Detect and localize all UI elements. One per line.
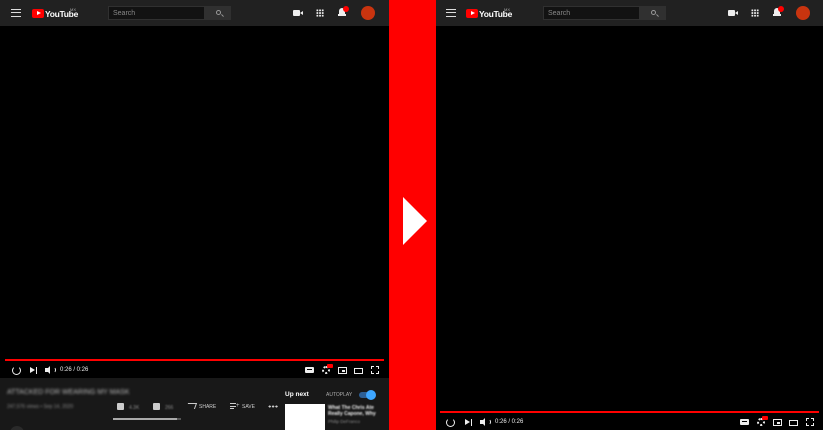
- replay-icon[interactable]: [12, 366, 21, 375]
- subtitles-icon[interactable]: [305, 367, 314, 373]
- menu-icon[interactable]: [446, 9, 456, 17]
- search-input[interactable]: Search: [543, 6, 640, 20]
- avatar[interactable]: [796, 6, 810, 20]
- miniplayer-icon[interactable]: [773, 419, 782, 426]
- time-display: 0:26 / 0:26: [60, 367, 89, 373]
- avatar[interactable]: [361, 6, 375, 20]
- recommendation-thumbnail[interactable]: [285, 404, 325, 430]
- search-button[interactable]: [640, 6, 666, 20]
- watch-page-panel: YouTube MX Search 0:26 / 0:26 ATTACKED F…: [0, 0, 389, 430]
- theater-mode-icon[interactable]: [354, 368, 363, 374]
- play-arrow-icon: [403, 197, 427, 245]
- create-video-icon[interactable]: [293, 10, 303, 16]
- notification-badge: [778, 6, 784, 12]
- like-icon[interactable]: [117, 403, 124, 410]
- autoplay-toggle-knob: [366, 390, 376, 400]
- dislike-icon[interactable]: [153, 403, 160, 410]
- logo-region: MX: [504, 7, 510, 12]
- video-info-section: ATTACKED FOR WEARING MY MASK 247,576 vie…: [0, 378, 389, 430]
- top-bar: YouTube MX Search: [0, 0, 389, 26]
- expanded-player-panel: YouTube MX Search 0:26 / 0:26: [436, 0, 823, 430]
- video-meta: 247,576 views • Sep 14, 2020: [7, 404, 74, 410]
- save-button[interactable]: SAVE: [242, 404, 255, 410]
- share-icon[interactable]: [185, 403, 198, 409]
- progress-bar[interactable]: [440, 411, 819, 413]
- progress-bar[interactable]: [5, 359, 384, 361]
- search-icon: [651, 10, 656, 15]
- save-icon[interactable]: [230, 403, 240, 409]
- autoplay-toggle[interactable]: [359, 390, 376, 400]
- next-icon[interactable]: [465, 419, 473, 426]
- hd-badge: [762, 416, 768, 420]
- transition-divider: [389, 0, 436, 430]
- like-ratio-bar: [113, 418, 181, 420]
- up-next-label: Up next: [285, 391, 309, 398]
- like-ratio-fill: [113, 418, 177, 420]
- volume-icon[interactable]: [480, 418, 491, 426]
- logo-region: MX: [70, 7, 76, 12]
- top-bar: YouTube MX Search: [436, 0, 823, 26]
- recommendation-title[interactable]: What The Chris Ate Really Capone, Why: [328, 405, 386, 417]
- more-actions-icon[interactable]: [268, 405, 278, 408]
- share-button[interactable]: SHARE: [199, 404, 216, 410]
- replay-icon[interactable]: [446, 418, 455, 427]
- search-input[interactable]: Search: [108, 6, 205, 20]
- notification-badge: [343, 6, 349, 12]
- channel-avatar[interactable]: [10, 426, 24, 430]
- autoplay-label: AUTOPLAY: [326, 392, 353, 398]
- apps-grid-icon[interactable]: [316, 9, 324, 17]
- subtitles-icon[interactable]: [740, 419, 749, 425]
- fullscreen-icon[interactable]: [805, 417, 815, 427]
- apps-grid-icon[interactable]: [751, 9, 759, 17]
- volume-icon[interactable]: [45, 366, 56, 374]
- search-icon: [216, 10, 221, 15]
- like-count: 4.3K: [129, 405, 140, 411]
- create-video-icon[interactable]: [728, 10, 738, 16]
- miniplayer-icon[interactable]: [338, 367, 347, 374]
- search-button[interactable]: [205, 6, 231, 20]
- dislike-count: 266: [165, 405, 174, 411]
- theater-mode-icon[interactable]: [789, 420, 798, 426]
- fullscreen-icon[interactable]: [370, 365, 380, 375]
- hd-badge: [327, 364, 333, 368]
- recommendation-channel: Philip DeFranco: [328, 419, 361, 424]
- menu-icon[interactable]: [11, 9, 21, 17]
- youtube-logo-icon[interactable]: [32, 9, 44, 18]
- youtube-logo-icon[interactable]: [466, 9, 478, 18]
- next-icon[interactable]: [30, 367, 38, 374]
- time-display: 0:26 / 0:26: [495, 419, 524, 425]
- video-title: ATTACKED FOR WEARING MY MASK: [7, 389, 130, 396]
